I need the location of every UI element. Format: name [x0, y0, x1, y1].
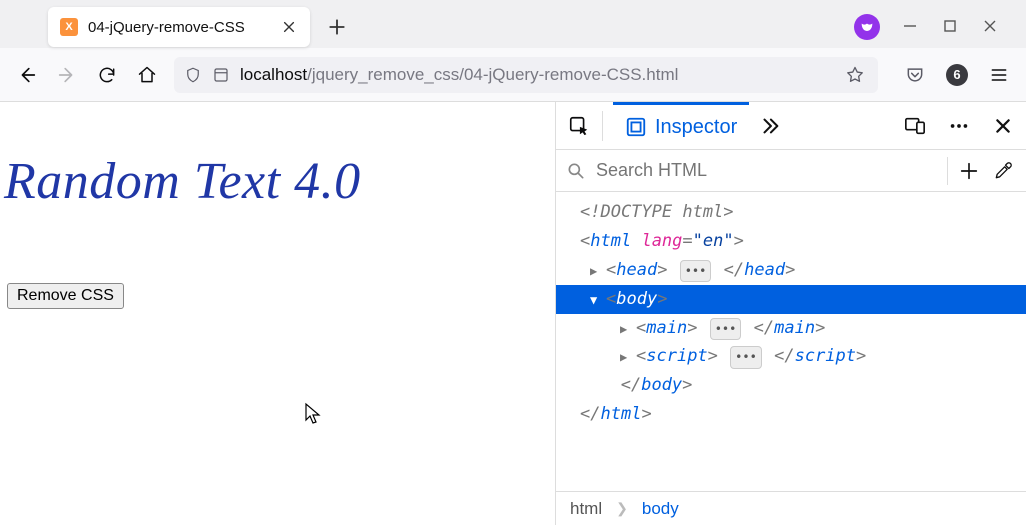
ellipsis-icon[interactable]: ••• — [730, 346, 762, 368]
dom-body-open[interactable]: ▼<body> — [556, 285, 1026, 314]
toolbar-right: 6 — [902, 62, 1012, 88]
devtools-tabbar: Inspector — [556, 102, 1026, 150]
arrow-right-icon — [56, 64, 78, 86]
inspector-tab-label: Inspector — [655, 116, 737, 139]
devtools-kebab-button[interactable] — [946, 113, 972, 139]
page-heading: Random Text 4.0 — [4, 152, 551, 211]
reload-button[interactable] — [94, 62, 120, 88]
devices-icon — [904, 115, 926, 137]
url-bar[interactable]: localhost/jquery_remove_css/04-jQuery-re… — [174, 57, 878, 93]
new-tab-button[interactable] — [322, 12, 352, 42]
close-icon — [994, 117, 1012, 135]
arrow-left-icon — [16, 64, 38, 86]
reload-icon — [97, 65, 117, 85]
pocket-button[interactable] — [902, 62, 928, 88]
url-host: localhost — [240, 65, 307, 84]
app-menu-button[interactable] — [986, 62, 1012, 88]
add-element-button[interactable] — [958, 160, 980, 182]
breadcrumb-body[interactable]: body — [642, 499, 679, 519]
dom-tree[interactable]: <!DOCTYPE html> <html lang="en"> ▶<head>… — [556, 192, 1026, 491]
plus-icon — [328, 18, 346, 36]
mask-icon — [859, 19, 875, 35]
dom-doctype[interactable]: <!DOCTYPE html> — [556, 198, 1026, 227]
inspector-tab[interactable]: Inspector — [613, 102, 749, 150]
window-controls — [854, 14, 1018, 40]
dom-html-close[interactable]: </html> — [556, 400, 1026, 429]
eyedropper-icon — [993, 161, 1013, 181]
forward-button[interactable] — [54, 62, 80, 88]
devtools-close-button[interactable] — [990, 113, 1016, 139]
dom-breadcrumbs: html ❯ body — [556, 491, 1026, 525]
dom-main[interactable]: ▶<main> ••• </main> — [556, 314, 1026, 343]
star-icon — [845, 65, 865, 85]
chevron-right-icon: ❯ — [616, 500, 628, 517]
element-picker-icon — [568, 115, 590, 137]
hamburger-icon — [989, 65, 1009, 85]
url-path: /jquery_remove_css/04-jQuery-remove-CSS.… — [307, 65, 678, 84]
search-icon — [566, 161, 586, 181]
window-minimize-button[interactable] — [902, 18, 920, 36]
window-maximize-button[interactable] — [942, 18, 960, 36]
profile-button[interactable] — [854, 14, 880, 40]
close-icon — [282, 20, 296, 34]
separator — [947, 157, 948, 185]
plus-icon — [958, 160, 980, 182]
bookmark-button[interactable] — [842, 62, 868, 88]
window-close-button[interactable] — [982, 18, 1000, 36]
devtools-panel: Inspector — [556, 102, 1026, 525]
minimize-icon — [902, 18, 918, 34]
page-info-icon — [212, 66, 230, 84]
ellipsis-icon[interactable]: ••• — [710, 318, 742, 340]
browser-tab[interactable]: X 04-jQuery-remove-CSS — [48, 7, 310, 47]
separator — [602, 111, 603, 141]
remove-css-button[interactable]: Remove CSS — [7, 283, 124, 309]
tab-title: 04-jQuery-remove-CSS — [88, 19, 270, 36]
notification-badge[interactable]: 6 — [946, 64, 968, 86]
url-text: localhost/jquery_remove_css/04-jQuery-re… — [240, 65, 678, 85]
page-viewport: Random Text 4.0 Remove CSS — [0, 102, 556, 525]
shield-icon — [184, 66, 202, 84]
back-button[interactable] — [14, 62, 40, 88]
browser-toolbar: localhost/jquery_remove_css/04-jQuery-re… — [0, 48, 1026, 102]
kebab-icon — [948, 115, 970, 137]
more-tabs-button[interactable] — [759, 115, 781, 137]
devtools-search-row — [556, 150, 1026, 192]
dom-html-open[interactable]: <html lang="en"> — [556, 227, 1026, 256]
badge-count: 6 — [953, 67, 960, 82]
favicon-xampp-icon: X — [60, 18, 78, 36]
eyedropper-button[interactable] — [990, 158, 1016, 184]
chevrons-right-icon — [759, 115, 781, 137]
favicon-letter: X — [65, 21, 72, 33]
mouse-cursor-icon — [304, 402, 324, 426]
dom-body-close[interactable]: </body> — [556, 371, 1026, 400]
close-icon — [982, 18, 998, 34]
tab-close-button[interactable] — [280, 18, 298, 36]
content-area: Random Text 4.0 Remove CSS Inspector — [0, 102, 1026, 525]
tab-strip: X 04-jQuery-remove-CSS — [0, 0, 1026, 48]
inspector-icon — [625, 116, 647, 138]
responsive-mode-button[interactable] — [902, 113, 928, 139]
pocket-icon — [905, 65, 925, 85]
element-picker-button[interactable] — [566, 113, 592, 139]
dom-head[interactable]: ▶<head> ••• </head> — [556, 256, 1026, 285]
devtools-search-input[interactable] — [596, 160, 937, 181]
home-button[interactable] — [134, 62, 160, 88]
ellipsis-icon[interactable]: ••• — [680, 260, 712, 282]
breadcrumb-html[interactable]: html — [570, 499, 602, 519]
home-icon — [137, 65, 157, 85]
dom-script[interactable]: ▶<script> ••• </script> — [556, 342, 1026, 371]
maximize-icon — [942, 18, 958, 34]
